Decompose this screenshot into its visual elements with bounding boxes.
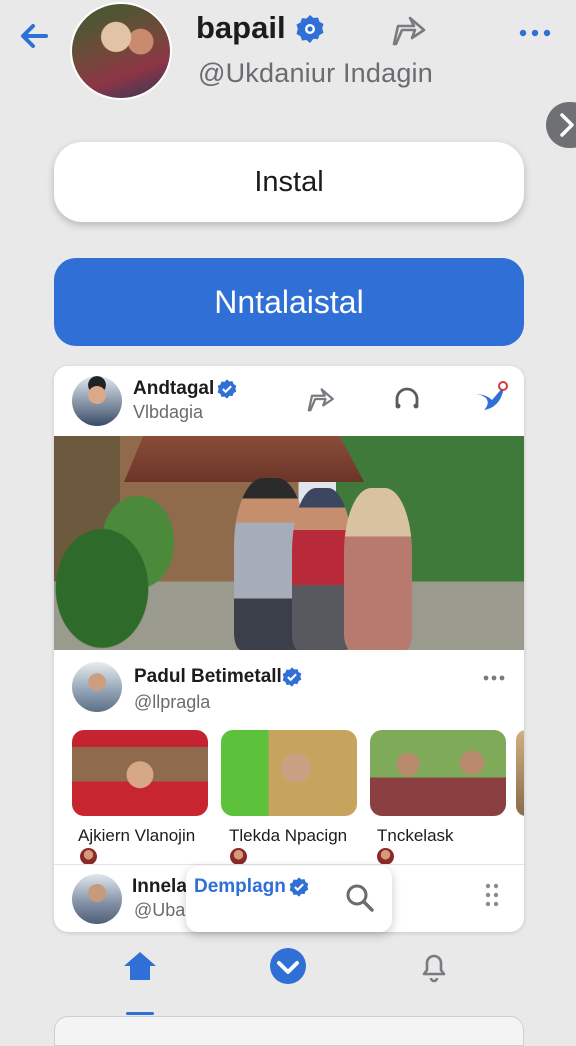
divider (54, 864, 524, 865)
active-tab-indicator (126, 1012, 154, 1015)
verified-badge-icon (281, 666, 303, 688)
bottom-sheet[interactable] (54, 1016, 524, 1046)
verified-badge-icon (288, 876, 310, 898)
recommended-thumbnail[interactable] (516, 730, 524, 816)
recommended-handle: @llpragla (134, 692, 211, 712)
image-person (344, 488, 412, 650)
mini-avatar (80, 848, 97, 865)
post-image[interactable] (54, 436, 524, 650)
check-circle-icon[interactable] (268, 946, 308, 986)
image-plants (54, 496, 174, 650)
popup-name[interactable]: Demplagn (194, 876, 286, 898)
search-popup[interactable]: Demplagn (186, 866, 392, 932)
post-author-handle: Vlbdagia (133, 402, 204, 422)
share-icon[interactable] (304, 384, 336, 414)
recommended-name[interactable]: Padul Betimetall (134, 666, 282, 688)
profile-name: bapail (196, 10, 286, 45)
footer-handle: @Ubali (134, 900, 194, 920)
back-arrow-icon[interactable] (16, 18, 52, 54)
recommended-thumbnail[interactable] (221, 730, 357, 816)
share-icon[interactable] (388, 12, 428, 48)
thumbnail-label[interactable]: Tlekda Npacign (229, 826, 347, 846)
search-icon[interactable] (344, 882, 376, 914)
recommended-thumbnail[interactable] (370, 730, 506, 816)
thumbnail-label[interactable]: Tnckelask (377, 826, 454, 846)
install-button[interactable]: Instal (54, 142, 524, 222)
thumbnail-label[interactable]: Ajkiern Vlanojin (78, 826, 195, 846)
more-horizontal-icon[interactable] (515, 22, 555, 44)
profile-avatar[interactable] (70, 2, 172, 100)
drag-handle-icon[interactable] (484, 882, 500, 908)
feed-card: Andtagal Vlbdagia Padul Betimetall @llpr… (54, 366, 524, 932)
recommended-thumbnail[interactable] (72, 730, 208, 816)
install-primary-button[interactable]: Nntalaistal (54, 258, 524, 346)
image-person (292, 488, 352, 650)
recommended-avatar[interactable] (72, 662, 122, 712)
post-author-avatar[interactable] (72, 376, 122, 426)
bird-icon[interactable] (472, 380, 510, 414)
chevron-right-icon[interactable] (546, 102, 576, 148)
profile-handle: @Ukdaniur Indagin (198, 58, 433, 88)
image-roof (124, 436, 364, 482)
mini-avatar (230, 848, 247, 865)
more-horizontal-icon[interactable] (482, 674, 506, 682)
post-author-name[interactable]: Andtagal (133, 378, 214, 400)
home-icon[interactable] (120, 946, 160, 986)
footer-name[interactable]: Innelai (132, 876, 192, 898)
headphone-icon[interactable] (392, 384, 422, 414)
verified-badge-icon (294, 13, 326, 45)
verified-badge-icon (216, 378, 238, 400)
mini-avatar (377, 848, 394, 865)
footer-avatar[interactable] (72, 874, 122, 924)
bell-icon[interactable] (414, 946, 454, 986)
